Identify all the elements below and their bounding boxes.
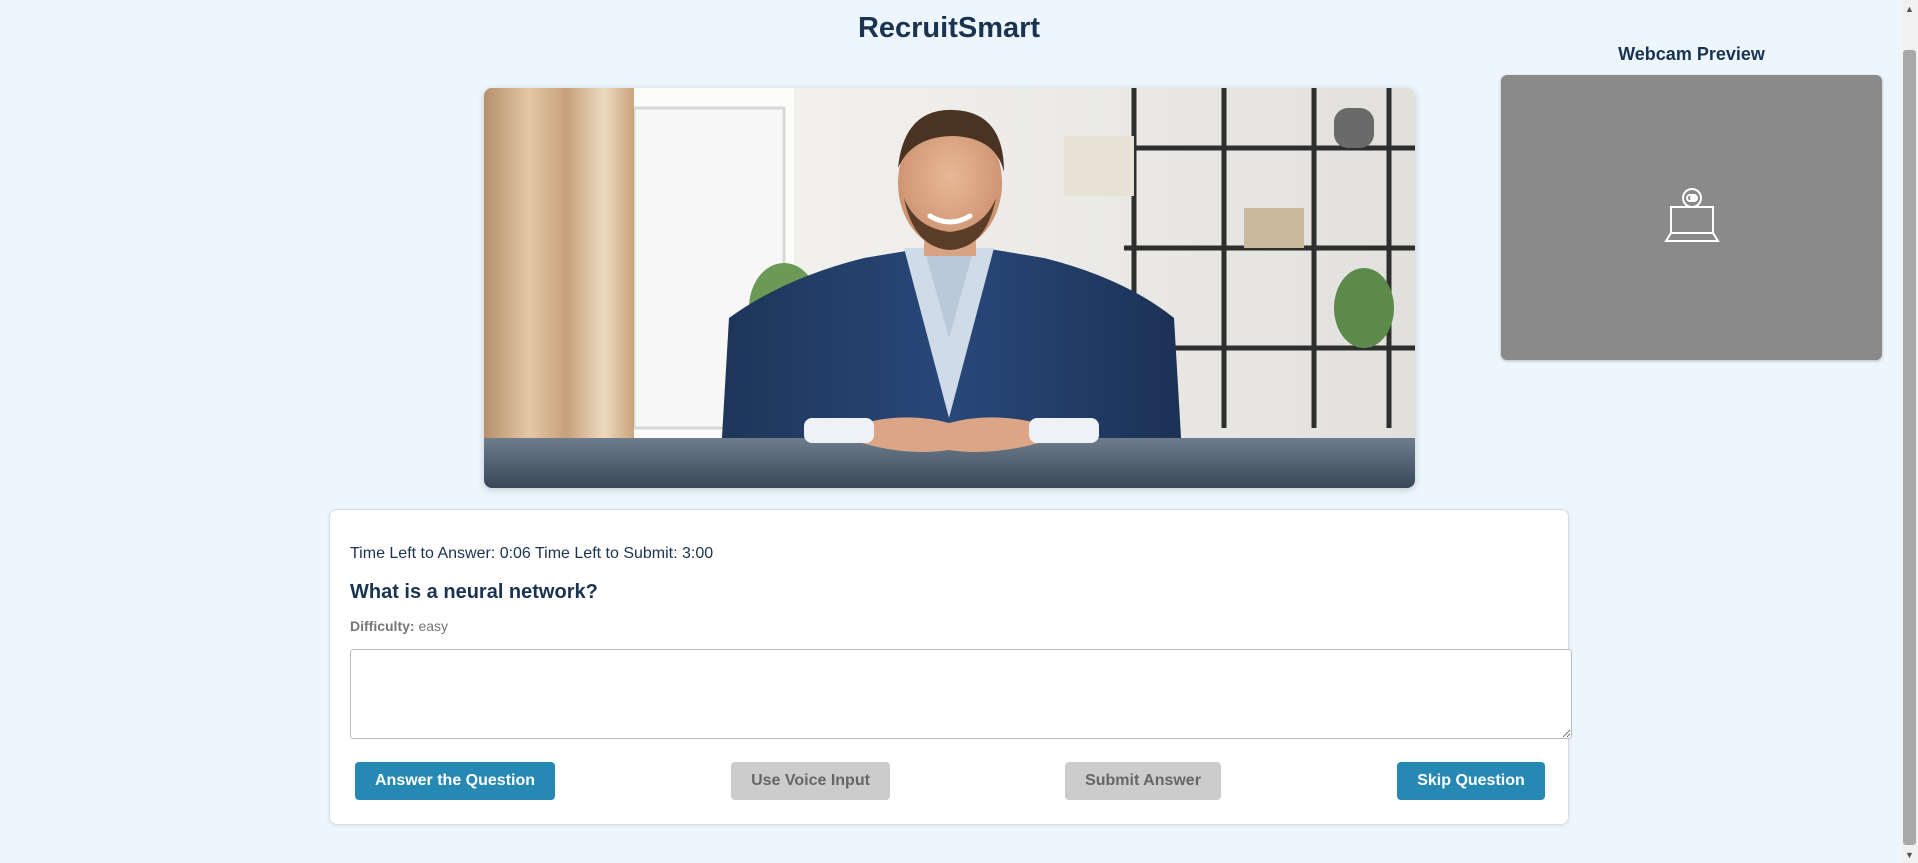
difficulty-label: Difficulty: [350,618,415,634]
voice-input-button[interactable]: Use Voice Input [731,762,890,800]
webcam-preview [1501,75,1882,360]
skip-question-button[interactable]: Skip Question [1397,762,1545,800]
answer-question-button[interactable]: Answer the Question [355,762,555,800]
difficulty-line: Difficulty: easy [350,618,448,634]
webcam-laptop-icon [1662,185,1722,250]
vertical-scrollbar[interactable]: ▲ ▼ [1901,0,1918,863]
difficulty-value: easy [418,618,449,634]
answer-textarea[interactable] [350,649,1572,739]
scroll-down-arrow-icon[interactable]: ▼ [1901,846,1918,863]
timer-text: Time Left to Answer: 0:06 Time Left to S… [350,545,714,562]
submit-answer-button[interactable]: Submit Answer [1065,762,1221,800]
page: RecruitSmart Webcam Preview Time Left to… [0,0,1918,863]
webcam-panel: Webcam Preview [1501,40,1882,360]
scroll-up-arrow-icon[interactable]: ▲ [1901,0,1918,17]
question-card: Time Left to Answer: 0:06 Time Left to S… [329,509,1572,825]
webcam-title: Webcam Preview [1618,44,1765,64]
scroll-thumb[interactable] [1903,50,1916,845]
question-text: What is a neural network? [350,581,598,603]
interviewer-image [484,88,1415,488]
